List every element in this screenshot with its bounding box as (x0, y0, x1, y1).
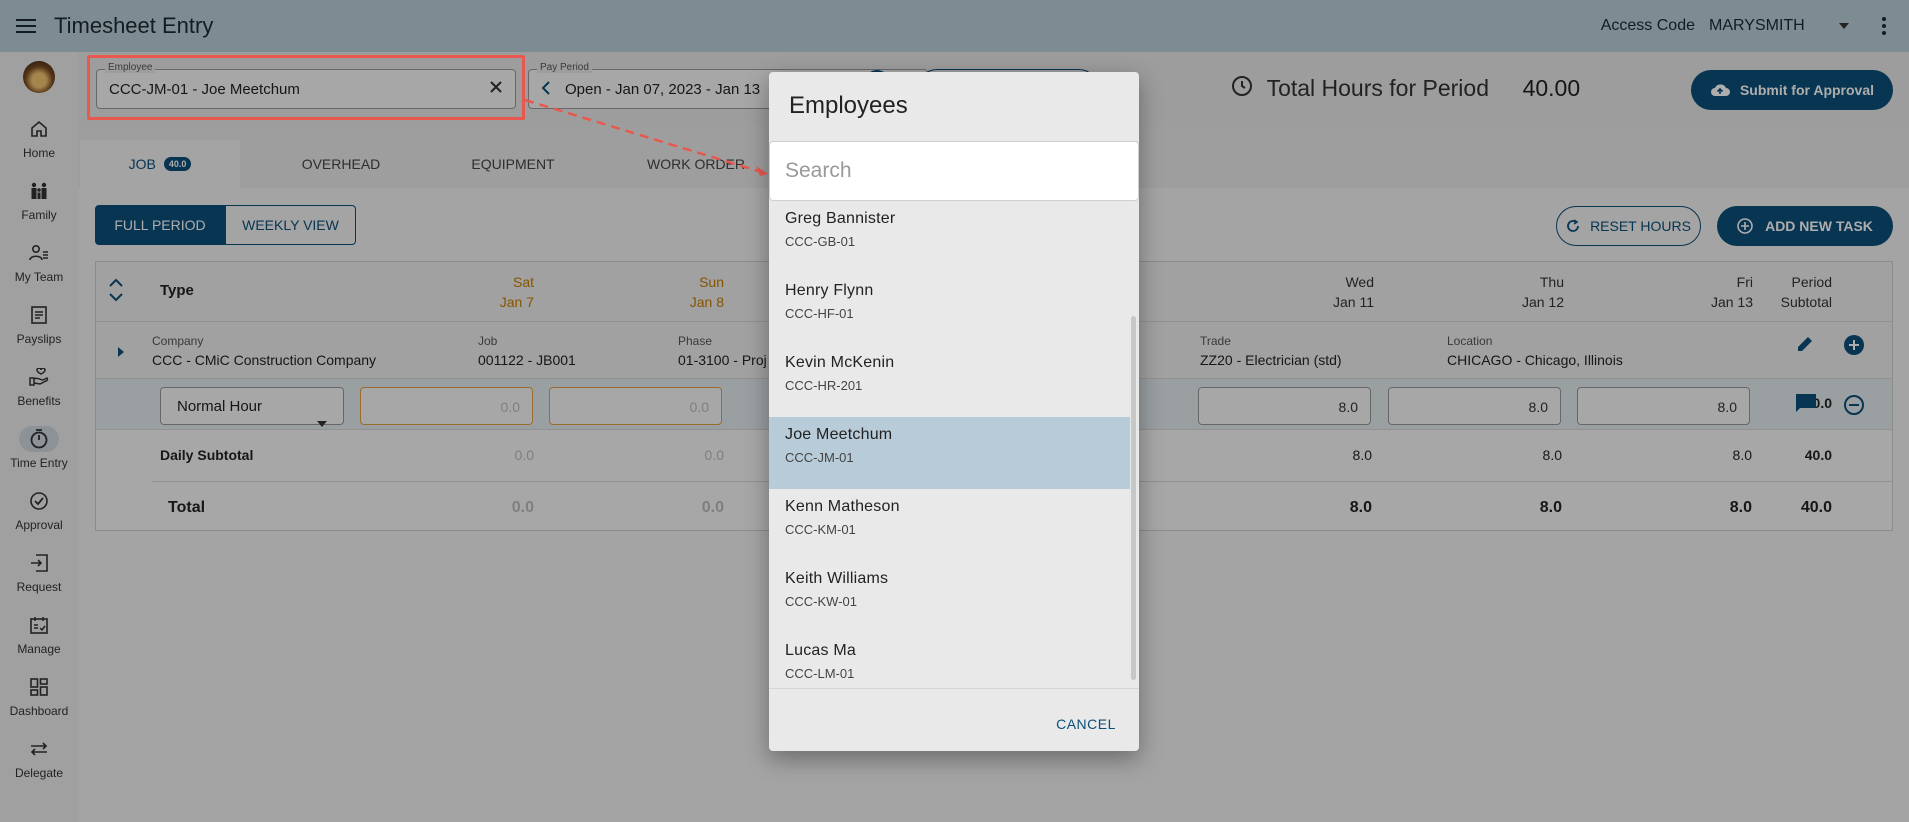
list-item[interactable]: Kenn Matheson CCC-KM-01 (769, 489, 1130, 561)
list-item[interactable]: Lucas Ma CCC-LM-01 (769, 633, 1130, 705)
employee-name: Henry Flynn (785, 282, 874, 299)
list-item[interactable]: Joe Meetchum CCC-JM-01 (769, 417, 1130, 489)
cancel-button[interactable]: CANCEL (1049, 710, 1123, 738)
employee-code: CCC-KW-01 (785, 594, 857, 609)
employee-name: Joe Meetchum (785, 426, 893, 443)
list-item[interactable]: Keith Williams CCC-KW-01 (769, 561, 1130, 633)
list-item[interactable]: Greg Bannister CCC-GB-01 (769, 201, 1130, 273)
employee-code: CCC-HR-201 (785, 378, 863, 393)
list-item[interactable]: Kevin McKenin CCC-HR-201 (769, 345, 1130, 417)
employee-code: CCC-HF-01 (785, 306, 854, 321)
employee-code: CCC-KM-01 (785, 522, 856, 537)
employee-code: CCC-LM-01 (785, 666, 855, 681)
list-item[interactable]: Henry Flynn CCC-HF-01 (769, 273, 1130, 345)
employees-dialog: Employees Search Greg Bannister CCC-GB-01… (769, 72, 1139, 751)
employee-name: Kevin McKenin (785, 354, 895, 371)
employee-name: Greg Bannister (785, 210, 896, 227)
employee-search-input[interactable]: Search (769, 141, 1139, 201)
employee-name: Lucas Ma (785, 642, 856, 659)
dialog-title: Employees (789, 92, 908, 119)
employee-name: Keith Williams (785, 570, 889, 587)
dialog-divider (769, 688, 1139, 689)
scrollbar[interactable] (1131, 316, 1136, 680)
employee-name: Kenn Matheson (785, 498, 900, 515)
employee-code: CCC-GB-01 (785, 234, 856, 249)
employee-code: CCC-JM-01 (785, 450, 854, 465)
employee-list: Greg Bannister CCC-GB-01 Henry Flynn CCC-HF… (769, 201, 1139, 751)
